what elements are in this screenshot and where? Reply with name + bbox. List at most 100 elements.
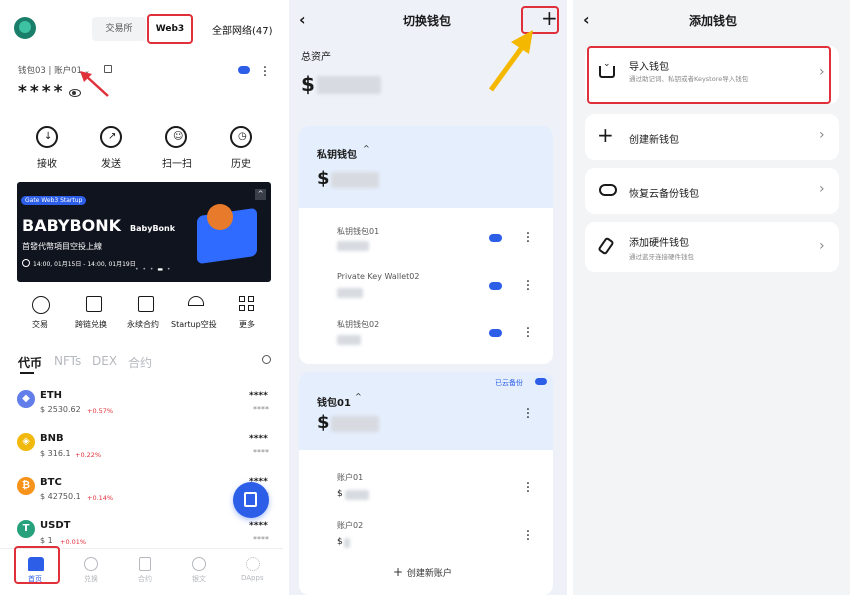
more-menu-icon[interactable]: · · · [262, 61, 268, 83]
swap-icon[interactable] [84, 557, 98, 571]
tab-tokens-underline [20, 372, 34, 374]
banner-tag: Gate Web3 Startup [21, 196, 87, 205]
dapps-icon[interactable] [246, 557, 260, 571]
cloud-check-icon [489, 329, 502, 337]
plus-icon: + [393, 565, 407, 579]
wallet-more-icon[interactable]: · · · [525, 322, 531, 344]
option-title: 创建新钱包 [629, 135, 679, 146]
token-symbol: USDT [40, 520, 71, 531]
edit-fab-button[interactable] [233, 482, 269, 518]
tab-tokens[interactable]: 代币 [18, 354, 42, 371]
token-value: **** [253, 448, 269, 457]
history-label: 历史 [231, 159, 251, 170]
cloud-restore-icon [599, 184, 617, 196]
token-amount: **** [249, 434, 268, 444]
group-more-icon[interactable]: · · · [525, 403, 531, 425]
banner-collapse-icon[interactable]: ^ [255, 189, 266, 200]
carousel-dots[interactable]: • • • ▬ • [135, 266, 171, 273]
token-symbol: ETH [40, 390, 63, 401]
tab-contracts[interactable]: 合约 [128, 354, 152, 371]
chevron-up-icon[interactable]: ^ [363, 144, 370, 153]
page-title: 添加钱包 [689, 14, 738, 28]
bridge-label: 跨链兑换 [75, 320, 107, 329]
token-value: **** [253, 405, 269, 414]
banner-title: BABYBONK [22, 216, 122, 235]
trade-icon[interactable] [32, 296, 50, 314]
banner-dates: 14:00, 01月15日 - 14:00, 01月19日 [33, 261, 136, 268]
group-currency: $ [317, 412, 330, 433]
group-value-redacted [331, 416, 379, 432]
token-price: $ 1 [40, 536, 53, 545]
cloud-check-icon [489, 234, 502, 242]
token-change: +0.01% [60, 538, 87, 546]
token-amount: **** [249, 391, 268, 401]
red-arrow-annotation [80, 71, 109, 97]
tab-dex[interactable]: DEX [92, 354, 117, 368]
wallet-name: 私钥钱包02 [337, 320, 380, 329]
chevron-right-icon: › [819, 238, 825, 254]
wallet-name: 私钥钱包01 [337, 227, 380, 236]
wallet-more-icon[interactable]: · · · [525, 275, 531, 297]
account-more-icon[interactable]: · · · [525, 525, 531, 547]
option-create-wallet[interactable]: + 创建新钱包 › [585, 114, 839, 160]
nav-contract-label[interactable]: 合约 [138, 574, 152, 584]
add-wallet-screen: ‹ 添加钱包 ⌄ 导入钱包 通过助记词、私钥或者Keystore导入钱包 › +… [573, 0, 850, 595]
network-selector[interactable]: 全部网络(47) [212, 22, 273, 37]
group-header [299, 126, 553, 208]
nav-swap-label[interactable]: 兑换 [84, 574, 98, 584]
airdrop-label: Startup空投 [171, 320, 217, 329]
more-grid-icon[interactable] [239, 296, 255, 312]
trade-label: 交易 [32, 320, 48, 329]
plus-icon: + [597, 123, 614, 147]
nav-dapps-label[interactable]: DApps [241, 574, 264, 582]
clock-icon [22, 259, 30, 267]
eye-icon[interactable] [69, 89, 81, 97]
wallet-balance-redacted [337, 335, 361, 345]
receive-label: 接收 [37, 159, 57, 170]
more-label: 更多 [239, 320, 255, 329]
gate-logo [14, 17, 36, 39]
wallet-balance-redacted [337, 241, 369, 251]
chevron-up-icon[interactable]: ^ [355, 392, 362, 401]
group-currency: $ [317, 168, 330, 189]
bridge-icon[interactable] [86, 296, 102, 312]
group-name[interactable]: 钱包01 [317, 394, 351, 409]
airdrop-icon[interactable] [188, 296, 204, 306]
account-currency: $ [337, 489, 343, 499]
token-change: +0.57% [87, 407, 114, 415]
tab-exchange[interactable]: 交易所 [92, 17, 146, 41]
back-icon[interactable]: ‹ [299, 10, 306, 29]
back-icon[interactable]: ‹ [583, 10, 590, 29]
token-change: +0.14% [87, 494, 114, 502]
history-icon[interactable]: ◷ [230, 126, 252, 148]
token-price: $ 316.1 [40, 449, 71, 458]
receive-icon[interactable]: ↓ [36, 126, 58, 148]
cloud-check-icon [535, 378, 547, 385]
send-icon[interactable]: ↗ [100, 126, 122, 148]
account-more-icon[interactable]: · · · [525, 477, 531, 499]
wallet-group-private-key: 私钥钱包 ^ $ 私钥钱包01 · · · Private Key Wallet02… [299, 126, 553, 364]
promo-banner[interactable]: Gate Web3 Startup BABYBONK BabyBonk 首發代幣… [17, 182, 271, 282]
option-restore-cloud[interactable]: 恢复云备份钱包 › [585, 168, 839, 214]
earn-icon[interactable] [192, 557, 206, 571]
scan-icon[interactable]: ☺ [165, 126, 187, 148]
contract-icon[interactable] [139, 557, 151, 571]
yellow-arrow-annotation [488, 30, 533, 92]
nav-earn-label[interactable]: 银文 [192, 574, 206, 584]
eth-icon: ◆ [17, 390, 35, 408]
wallet-more-icon[interactable]: · · · [525, 227, 531, 249]
edit-icon [244, 492, 257, 507]
option-hardware-wallet[interactable]: 添加硬件钱包 通过蓝牙连接硬件钱包 › [585, 222, 839, 272]
create-account-button[interactable]: + 创建新账户 [393, 565, 452, 579]
cloud-backup-icon [238, 66, 250, 74]
hardware-wallet-icon [597, 236, 615, 256]
account-currency: $ [337, 537, 343, 547]
search-icon[interactable] [262, 355, 271, 364]
total-assets-label: 总资产 [301, 52, 331, 63]
wallet-balance-redacted [337, 288, 363, 298]
futures-icon[interactable] [138, 296, 154, 312]
banner-desc: 首發代幣項目空投上線 [22, 242, 102, 251]
group-name[interactable]: 私钥钱包 [317, 146, 357, 161]
tab-nfts[interactable]: NFTs [54, 354, 81, 368]
bnb-icon: ◈ [17, 433, 35, 451]
